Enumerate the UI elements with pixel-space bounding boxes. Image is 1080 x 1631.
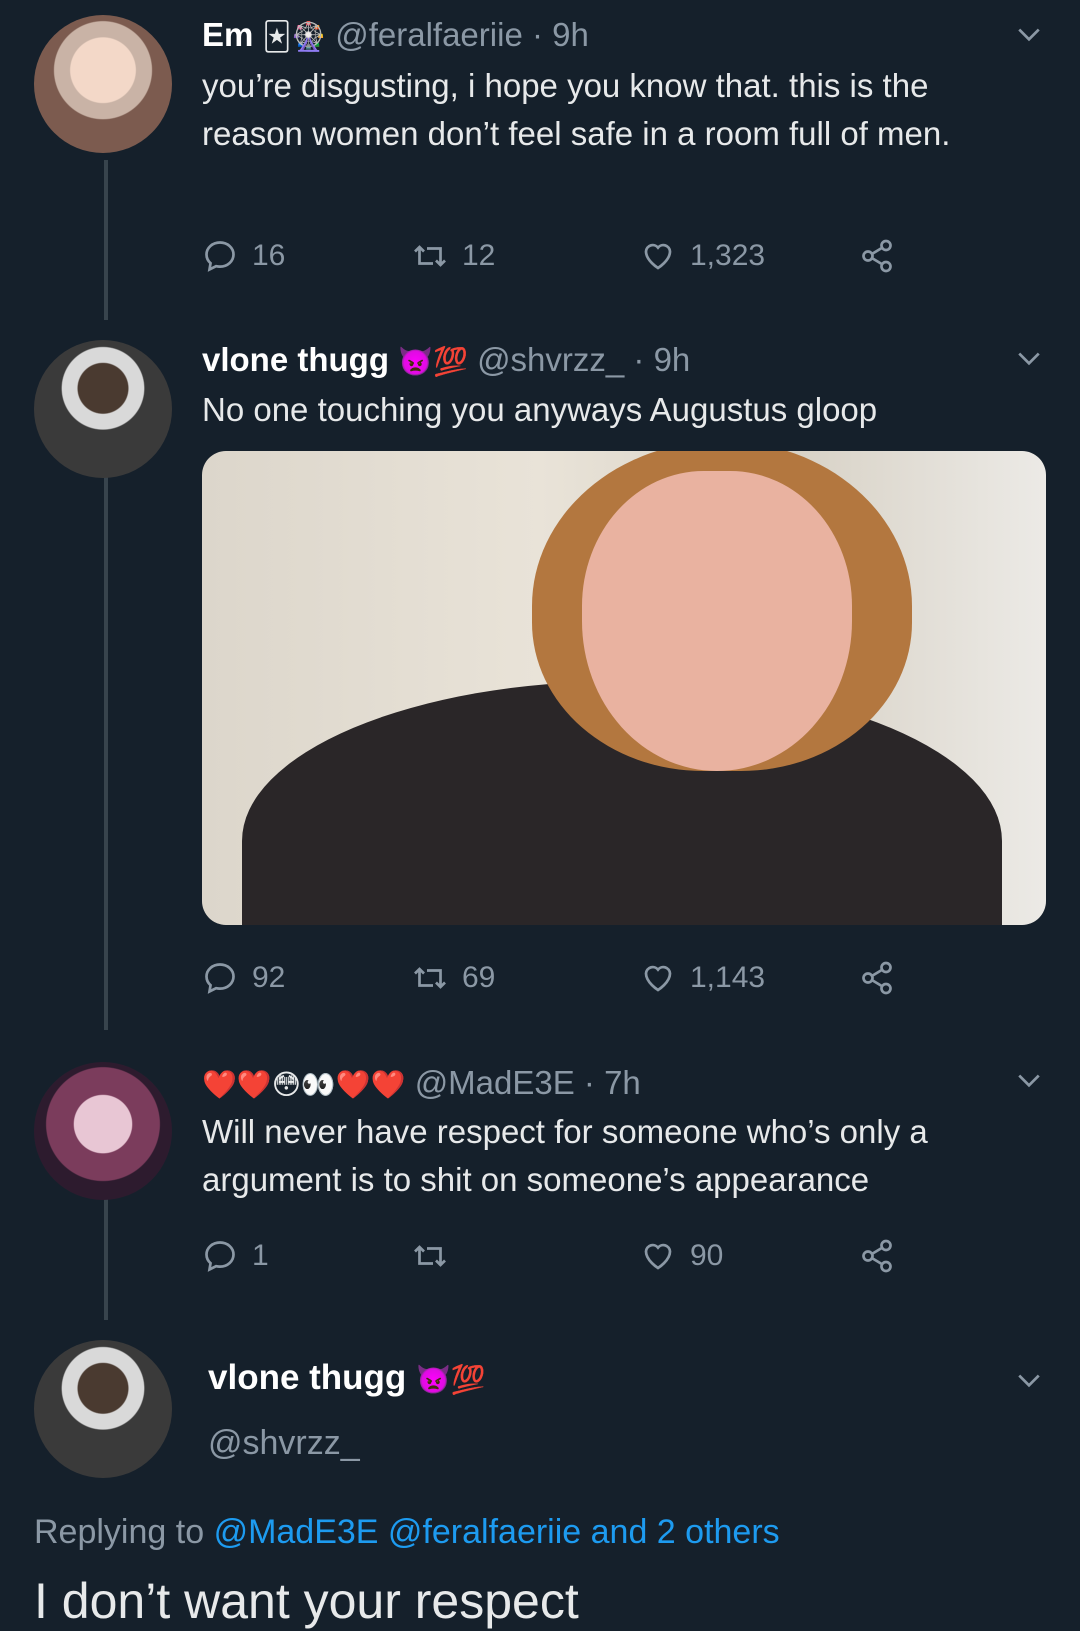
- handle-time[interactable]: @shvrzz_ · 9h: [477, 341, 690, 378]
- reply-button[interactable]: 16: [202, 238, 285, 274]
- like-button[interactable]: 1,143: [640, 960, 765, 996]
- share-icon: [862, 1239, 892, 1273]
- handle-time[interactable]: @MadE3E · 7h: [415, 1064, 641, 1101]
- reply-count: 92: [252, 961, 286, 994]
- thread-line: [104, 1190, 108, 1320]
- tweet-actions: 16 12 1,323: [202, 238, 902, 278]
- name-emojis: 🃏🎡: [262, 21, 327, 53]
- retweet-button[interactable]: 69: [412, 960, 495, 996]
- main-tweet-header: vlone thugg 👿💯: [208, 1356, 486, 1402]
- chevron-down-icon[interactable]: [1016, 1368, 1042, 1394]
- display-name[interactable]: Em: [202, 16, 253, 53]
- like-count: 90: [690, 1239, 724, 1272]
- reply-count: 16: [252, 239, 286, 272]
- avatar[interactable]: [34, 15, 172, 153]
- like-button[interactable]: 1,323: [640, 238, 765, 274]
- main-tweet-text: I don’t want your respect: [34, 1573, 579, 1629]
- tweet-actions: 92 69 1,143: [202, 960, 902, 1000]
- reply-button[interactable]: 92: [202, 960, 285, 996]
- display-name[interactable]: vlone thugg: [202, 341, 389, 378]
- thread-line: [104, 475, 108, 1030]
- retweet-count: 12: [462, 239, 496, 272]
- avatar[interactable]: [34, 340, 172, 478]
- chevron-down-icon[interactable]: [1016, 1068, 1042, 1094]
- photo-face: [582, 471, 852, 771]
- like-icon: [644, 243, 672, 270]
- handle[interactable]: @shvrzz_: [208, 1424, 360, 1463]
- reply-icon: [205, 241, 235, 272]
- handle-time[interactable]: @feralfaeriie · 9h: [335, 16, 589, 53]
- reply-button[interactable]: 1: [202, 1238, 269, 1274]
- retweet-count: 69: [462, 961, 496, 994]
- tweet-header: vlone thugg 👿💯 @shvrzz_ · 9h: [202, 340, 690, 382]
- share-button[interactable]: [859, 238, 895, 274]
- thread-line: [104, 160, 108, 320]
- avatar[interactable]: [34, 1062, 172, 1200]
- tweet-actions: 1 90: [202, 1238, 902, 1278]
- reply-count: 1: [252, 1239, 269, 1272]
- replying-to: Replying to @MadE3E @feralfaeriie and 2 …: [34, 1513, 780, 1552]
- reply-icon: [205, 963, 235, 994]
- replying-prefix: Replying to: [34, 1513, 205, 1551]
- chevron-down-icon[interactable]: [1016, 22, 1042, 48]
- retweet-button[interactable]: 12: [412, 238, 495, 274]
- retweet-button[interactable]: [412, 1238, 462, 1274]
- share-icon: [862, 239, 892, 273]
- name-emojis: ❤️❤️😳👀❤️❤️: [202, 1069, 406, 1101]
- name-emojis: 👿💯: [398, 346, 468, 378]
- display-name[interactable]: vlone thugg: [208, 1358, 406, 1397]
- tweet-header: Em 🃏🎡 @feralfaeriie · 9h: [202, 15, 589, 57]
- replying-links[interactable]: @MadE3E @feralfaeriie and 2 others: [214, 1513, 780, 1551]
- retweet-icon: [414, 967, 446, 989]
- chevron-down-icon[interactable]: [1016, 346, 1042, 372]
- tweet-header: ❤️❤️😳👀❤️❤️ @MadE3E · 7h: [202, 1063, 641, 1105]
- tweet-text: you’re disgusting, i hope you know that.…: [202, 67, 951, 152]
- retweet-icon: [414, 1245, 446, 1267]
- share-icon: [862, 961, 892, 995]
- like-count: 1,143: [690, 961, 766, 994]
- name-emojis: 👿💯: [416, 1363, 486, 1395]
- like-count: 1,323: [690, 239, 766, 272]
- share-button[interactable]: [859, 960, 895, 996]
- like-icon: [644, 965, 672, 992]
- tweet-photo[interactable]: [202, 451, 1046, 925]
- reply-icon: [205, 1241, 235, 1272]
- tweet-text: Will never have respect for someone who’…: [202, 1113, 928, 1198]
- tweet-text: No one touching you anyways Augustus glo…: [202, 391, 878, 428]
- like-icon: [644, 1243, 672, 1270]
- like-button[interactable]: 90: [640, 1238, 723, 1274]
- share-button[interactable]: [859, 1238, 895, 1274]
- retweet-icon: [414, 245, 446, 267]
- avatar[interactable]: [34, 1340, 172, 1478]
